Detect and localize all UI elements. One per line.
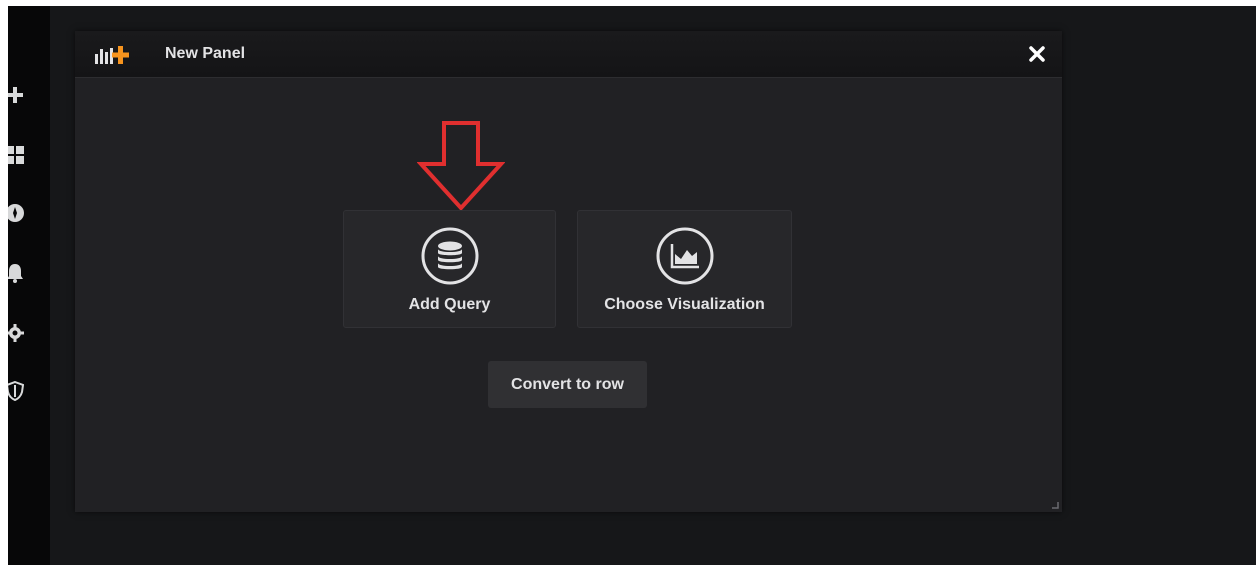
resize-handle-icon[interactable] (1051, 501, 1059, 509)
gear-icon[interactable] (8, 322, 26, 344)
choose-visualization-label: Choose Visualization (604, 296, 765, 313)
dashboards-icon[interactable] (8, 144, 26, 166)
bell-icon[interactable] (8, 262, 26, 284)
choose-visualization-button[interactable]: Choose Visualization (577, 210, 792, 328)
area-chart-icon (656, 227, 713, 285)
add-query-label: Add Query (408, 296, 491, 313)
plus-icon[interactable] (8, 84, 26, 106)
panel-header: New Panel (75, 31, 1062, 78)
red-arrow-down-icon (417, 121, 505, 211)
explore-compass-icon[interactable] (8, 202, 26, 224)
grafana-app: New Panel Add Query Choose Visualization… (8, 6, 1256, 565)
panel-title: New Panel (165, 45, 246, 62)
panel-add-logo-icon (95, 46, 129, 64)
close-icon[interactable] (1028, 45, 1046, 63)
convert-to-row-button[interactable]: Convert to row (488, 361, 647, 408)
database-icon (421, 227, 478, 285)
shield-icon[interactable] (8, 380, 26, 402)
sidebar (8, 6, 50, 565)
new-panel: New Panel Add Query Choose Visualization… (75, 31, 1062, 512)
add-query-button[interactable]: Add Query (343, 210, 556, 328)
